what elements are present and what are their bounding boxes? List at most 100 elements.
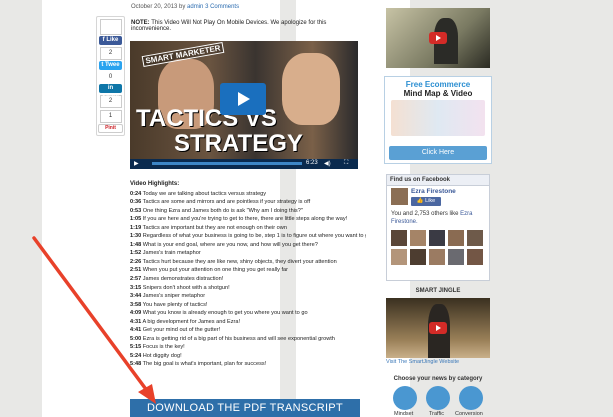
fan-avatar[interactable] [467, 230, 483, 246]
highlight-timestamp[interactable]: 4:31 [130, 319, 141, 325]
highlight-timestamp[interactable]: 0:36 [130, 199, 141, 205]
facebook-like-box: Find us on Facebook Ezra Firestone 👍 Lik… [386, 174, 490, 281]
facebook-box-header: Find us on Facebook [387, 175, 489, 186]
facebook-like-label: Like [106, 37, 119, 43]
highlight-timestamp[interactable]: 2:57 [130, 276, 141, 282]
video-control-bar[interactable]: ▶ 6:23 ◀) ⛶ [130, 159, 358, 169]
download-transcript-button[interactable]: DOWNLOAD THE PDF TRANSCRIPT [130, 399, 360, 417]
highlight-timestamp[interactable]: 4:09 [130, 310, 141, 316]
tweet-button[interactable]: t Twee [99, 61, 122, 70]
fan-avatar[interactable] [448, 230, 464, 246]
highlight-text: When you put your attention on one thing… [141, 267, 288, 274]
highlight-text: James demonstrates distraction! [141, 276, 224, 283]
tweet-label: Twee [105, 62, 120, 68]
highlight-timestamp[interactable]: 4:41 [130, 327, 141, 333]
highlight-timestamp[interactable]: 3:44 [130, 293, 141, 299]
conversion-category-label[interactable]: Conversion [455, 411, 483, 417]
pinterest-button[interactable]: Pinit [98, 124, 123, 133]
highlight-text: One thing Ezra and James both do is ask … [141, 207, 303, 214]
fan-avatar[interactable] [429, 230, 445, 246]
highlight-timestamp[interactable]: 3:58 [130, 302, 141, 308]
highlight-item: 1:52 James's train metaphor [130, 249, 366, 258]
fan-avatar[interactable] [467, 249, 483, 265]
highlight-item: 2:26 Tactics hurt because they are like … [130, 258, 366, 267]
highlight-timestamp[interactable]: 5:48 [130, 361, 141, 367]
highlight-text: Today we are talking about tactics versu… [141, 190, 267, 197]
highlight-text: A big development for James and Ezra! [141, 318, 241, 325]
highlight-timestamp[interactable]: 5:24 [130, 353, 141, 359]
highlight-timestamp[interactable]: 2:51 [130, 267, 141, 273]
highlight-item: 4:09 What you know is already enough to … [130, 309, 366, 318]
video-progress-bar[interactable] [152, 162, 302, 165]
highlight-text: Focus is the key! [141, 344, 185, 351]
highlight-timestamp[interactable]: 1:30 [130, 233, 141, 239]
volume-icon[interactable]: ◀) [324, 160, 331, 167]
video-player[interactable]: SMART MARKETER TACTICS VS STRATEGY ▶ 6:2… [130, 41, 358, 169]
facebook-like-button[interactable]: f Like [99, 36, 122, 45]
share-widget: f Like 2 t Twee 0 in Share 2 1 Pinit [96, 16, 125, 136]
linkedin-icon: in [107, 85, 114, 91]
facebook-icon: f [102, 37, 105, 43]
highlight-text: Tactics hurt because they are like new, … [141, 258, 337, 265]
fan-avatar[interactable] [448, 249, 464, 265]
highlight-timestamp[interactable]: 1:52 [130, 250, 141, 256]
facebook-fans-grid [391, 230, 487, 268]
highlight-timestamp[interactable]: 0:53 [130, 208, 141, 214]
traffic-category-label[interactable]: Traffic [429, 411, 444, 417]
highlight-item: 4:31 A big development for James and Ezr… [130, 318, 366, 327]
ecom-title-line2: Mind Map & Video [403, 89, 473, 98]
fan-avatar[interactable] [429, 249, 445, 265]
highlight-item: 0:53 One thing Ezra and James both do is… [130, 207, 366, 216]
highlight-timestamp[interactable]: 1:19 [130, 225, 141, 231]
fullscreen-icon[interactable]: ⛶ [344, 160, 348, 167]
gplus-count: 1 [99, 110, 122, 123]
avatar[interactable] [391, 188, 408, 205]
fan-avatar[interactable] [410, 230, 426, 246]
highlight-timestamp[interactable]: 2:26 [130, 259, 141, 265]
facebook-page-like-button[interactable]: 👍 Like [411, 197, 441, 206]
post-author-link[interactable]: admin [187, 4, 203, 10]
facebook-fans-count-text: You and 2,753 others like [391, 211, 459, 217]
fan-avatar[interactable] [391, 249, 407, 265]
highlight-item: 3:15 Snipers don't shoot with a shotgun! [130, 284, 366, 293]
sidebar-video-thumbnail[interactable] [386, 8, 490, 68]
traffic-category-icon[interactable] [426, 386, 450, 410]
highlight-timestamp[interactable]: 0:24 [130, 191, 141, 197]
highlight-text: Regardless of what your business is goin… [141, 233, 366, 240]
fan-avatar[interactable] [391, 230, 407, 246]
thumbs-up-icon: 👍 [416, 198, 424, 204]
play-icon[interactable]: ▶ [134, 160, 139, 167]
highlight-text: Tactics are some and mirrors and are poi… [141, 199, 311, 206]
facebook-count: 2 [99, 47, 122, 60]
highlight-timestamp[interactable]: 5:15 [130, 344, 141, 350]
ecommerce-offer-box: Free Ecommerce Mind Map & Video Click He… [384, 76, 492, 164]
fan-avatar[interactable] [410, 249, 426, 265]
ecom-title-line1: Free Ecommerce [405, 80, 471, 89]
post-comments-link[interactable]: 3 Comments [205, 4, 239, 10]
mindset-category-label[interactable]: Mindset [394, 411, 413, 417]
highlight-text: What you know is already enough to get y… [141, 310, 308, 317]
highlight-text: Snipers don't shoot with a shotgun! [141, 284, 230, 291]
highlight-item: 1:19 Tactics are important but they are … [130, 224, 366, 233]
highlight-item: 0:36 Tactics are some and mirrors and ar… [130, 198, 366, 207]
conversion-category-icon[interactable] [459, 386, 483, 410]
youtube-play-icon[interactable] [429, 32, 447, 44]
mindset-category-icon[interactable] [393, 386, 417, 410]
ecom-click-here-button[interactable]: Click Here [389, 146, 487, 160]
smart-jingle-link[interactable]: Visit The SmartJingle Website [386, 359, 459, 365]
highlight-timestamp[interactable]: 1:48 [130, 242, 141, 248]
play-button[interactable] [220, 83, 266, 115]
highlight-text: What is your end goal, where are you now… [141, 241, 318, 248]
youtube-play-icon[interactable] [429, 322, 447, 334]
highlight-timestamp[interactable]: 3:15 [130, 285, 141, 291]
facebook-page-name[interactable]: Ezra Firestone [411, 188, 456, 195]
mind-map-image [391, 100, 485, 136]
highlight-item: 5:00 Ezra is getting rid of a big part o… [130, 335, 366, 344]
highlight-item: 3:58 You have plenty of tactics! [130, 301, 366, 310]
post-meta: October 20, 2013 by admin 3 Comments [131, 4, 239, 10]
video-title-line2: STRATEGY [174, 130, 303, 157]
linkedin-share-button[interactable]: in Share [99, 84, 122, 100]
highlight-timestamp[interactable]: 5:00 [130, 336, 141, 342]
highlight-timestamp[interactable]: 1:05 [130, 216, 141, 222]
smart-jingle-video-thumbnail[interactable] [386, 298, 490, 358]
